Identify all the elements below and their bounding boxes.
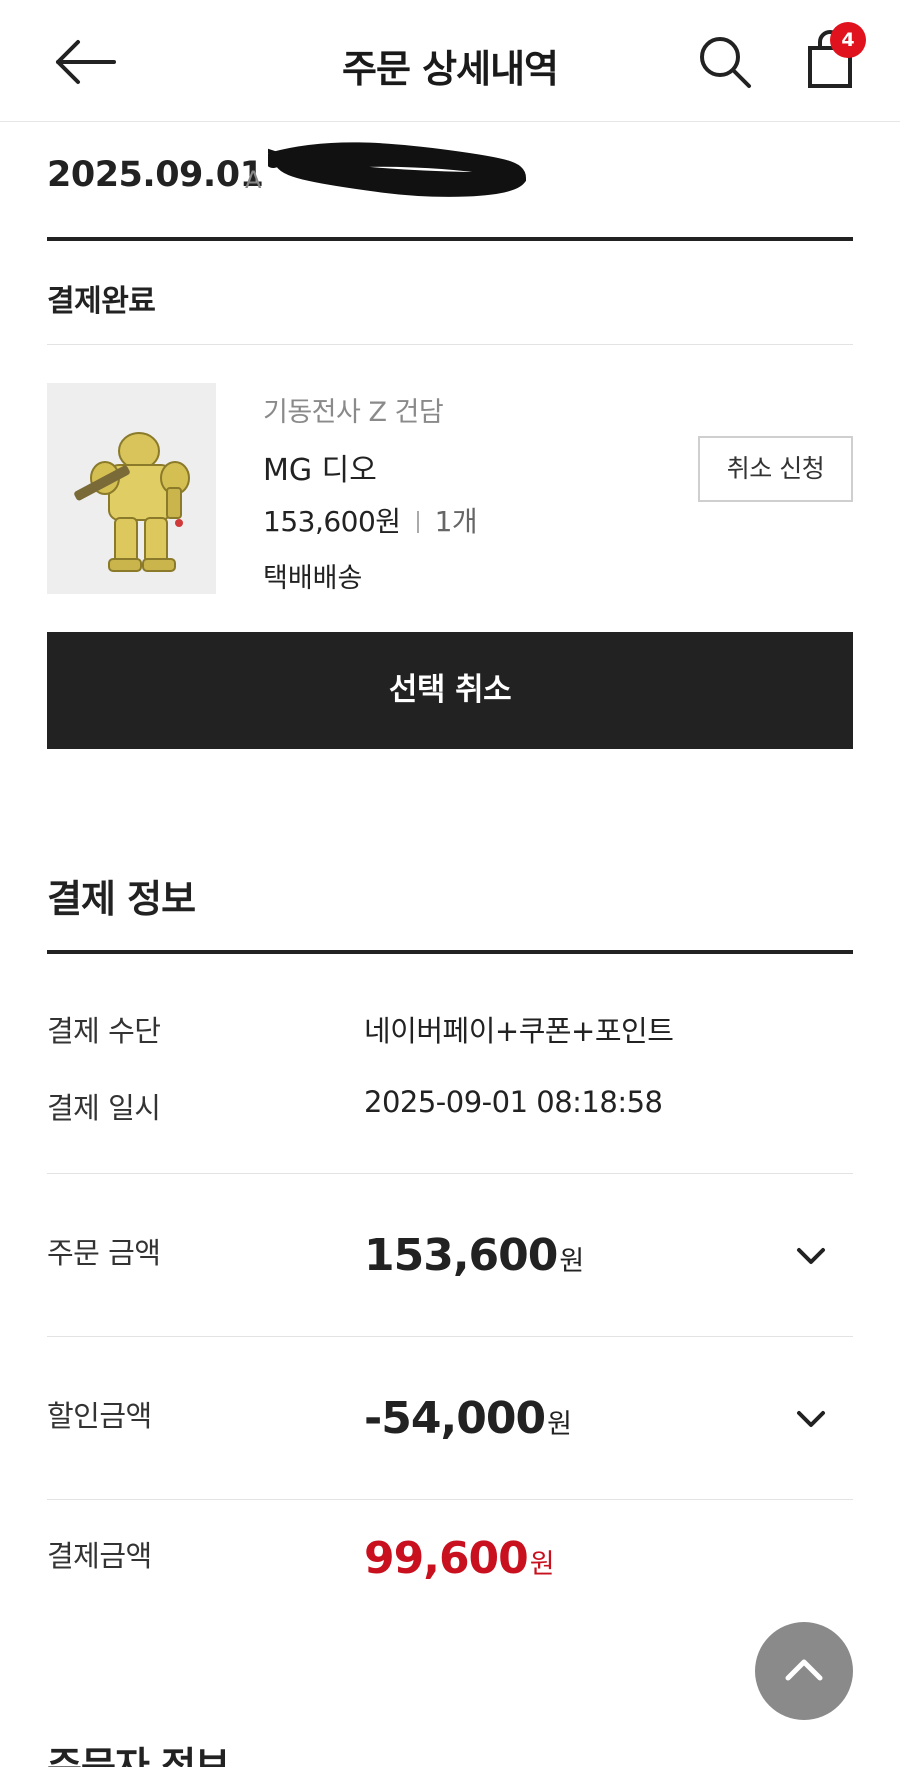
paid-number: 99,600: [364, 1533, 529, 1584]
orderer-info-title: 주문자 정보: [47, 1744, 230, 1767]
product-price: 153,600원: [263, 505, 401, 538]
product-series: 기동전사 Z 건담: [263, 397, 444, 428]
payment-method-value: 네이버페이+쿠폰+포인트: [364, 1014, 674, 1048]
order-number: A: [245, 166, 262, 194]
currency-unit: 원: [529, 1549, 555, 1580]
payment-method-label: 결제 수단: [47, 1014, 161, 1048]
payment-info-title: 결제 정보: [47, 877, 196, 921]
product-quantity: 1개: [434, 505, 478, 538]
section-divider: [47, 237, 853, 241]
discount-label: 할인금액: [47, 1399, 152, 1433]
divider: [47, 1336, 853, 1337]
divider: [47, 1173, 853, 1174]
divider: [47, 1499, 853, 1500]
redaction-scribble: [264, 140, 528, 210]
product-name[interactable]: MG 디오: [263, 445, 377, 489]
product-image[interactable]: [47, 383, 216, 594]
section-divider: [47, 950, 853, 954]
order-amount-value: 153,600원: [364, 1230, 584, 1281]
search-icon[interactable]: [695, 32, 755, 92]
order-amount-label: 주문 금액: [47, 1236, 161, 1270]
cart-count-badge: 4: [830, 22, 866, 58]
payment-date-label: 결제 일시: [47, 1091, 161, 1125]
currency-unit: 원: [559, 1246, 584, 1277]
chevron-down-icon[interactable]: [795, 1246, 827, 1268]
paid-amount-label: 결제금액: [47, 1539, 152, 1573]
shipping-method: 택배배송: [263, 563, 363, 594]
currency-unit: 원: [547, 1409, 572, 1440]
order-amount-number: 153,600: [364, 1230, 558, 1281]
scroll-to-top-button[interactable]: [755, 1622, 853, 1720]
divider: [416, 511, 419, 533]
order-date: 2025.09.01: [47, 155, 264, 195]
chevron-down-icon[interactable]: [795, 1409, 827, 1431]
product-price-line: 153,600원 1개: [263, 500, 478, 540]
select-cancel-button[interactable]: 선택 취소: [47, 632, 853, 749]
top-app-bar: 주문 상세내역 4: [0, 0, 900, 122]
discount-amount-value: -54,000원: [364, 1393, 572, 1444]
chevron-up-icon: [785, 1659, 823, 1681]
divider: [47, 344, 853, 345]
payment-date-value: 2025-09-01 08:18:58: [364, 1085, 663, 1119]
paid-amount-value: 99,600원: [364, 1533, 555, 1584]
page-title: 주문 상세내역: [342, 47, 559, 91]
order-status: 결제완료: [47, 284, 156, 319]
cancel-request-button[interactable]: 취소 신청: [698, 436, 853, 502]
discount-number: -54,000: [364, 1393, 546, 1444]
